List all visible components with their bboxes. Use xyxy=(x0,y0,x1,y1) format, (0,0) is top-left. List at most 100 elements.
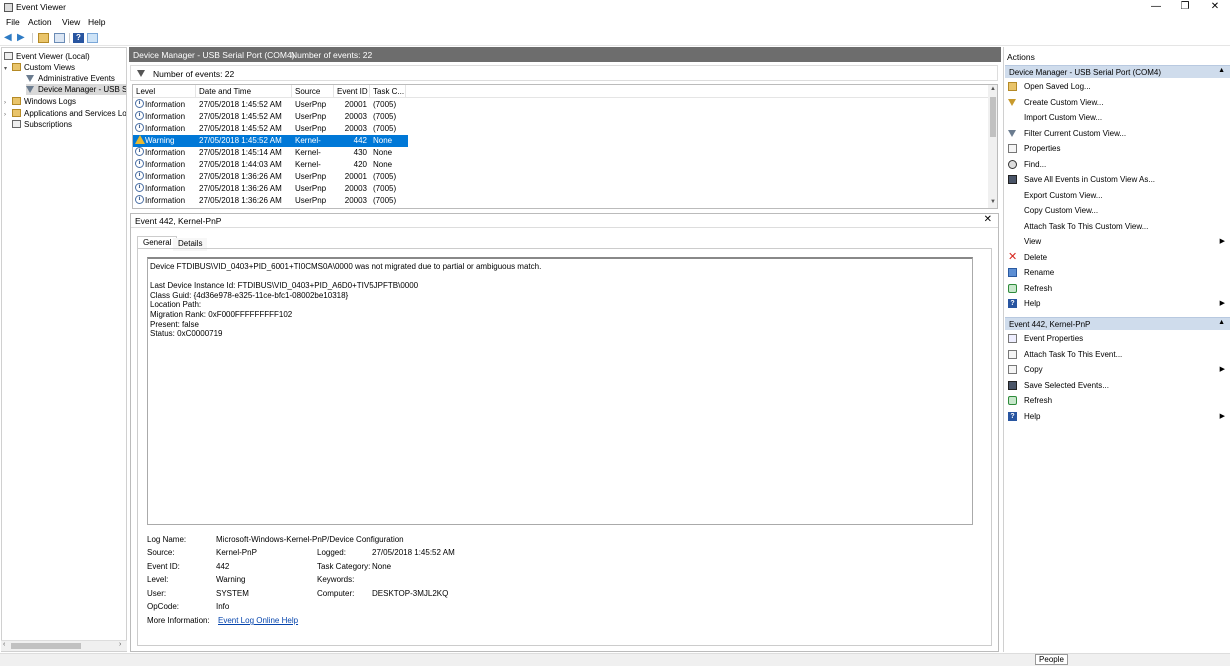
menu-action[interactable]: Action xyxy=(28,17,52,27)
scroll-right-icon[interactable]: › xyxy=(119,641,121,648)
information-icon: i xyxy=(135,147,144,156)
show-hide-tree-icon[interactable] xyxy=(54,33,65,43)
action-copy[interactable]: Copy ▶ xyxy=(1005,363,1230,376)
cell-id: 442 xyxy=(353,136,367,145)
action-rename[interactable]: Rename xyxy=(1005,266,1230,279)
table-row[interactable]: i Information 27/05/2018 1:45:52 AM UserPnp… xyxy=(133,123,408,135)
tree-item-custom-views[interactable]: ▾ Custom Views xyxy=(4,62,75,73)
column-divider[interactable] xyxy=(369,85,370,98)
action-import-custom-view[interactable]: Import Custom View... xyxy=(1005,111,1230,124)
table-row[interactable]: i Information 27/05/2018 1:44:03 AM Kernel-… xyxy=(133,159,408,171)
message-line: Class Guid: {4d36e978-e325-11ce-bfc1-080… xyxy=(150,290,349,300)
column-divider[interactable] xyxy=(291,85,292,98)
scroll-up-icon[interactable]: ▲ xyxy=(990,86,996,92)
collapse-icon[interactable]: ▲ xyxy=(1218,319,1225,326)
action-help[interactable]: ? Help ▶ xyxy=(1005,410,1230,423)
find-icon xyxy=(1008,159,1017,169)
tree-item-applications-services-logs[interactable]: › Applications and Services Logs xyxy=(4,108,126,121)
title-bar: Event Viewer — ❐ ✕ xyxy=(0,0,1230,15)
tree-horizontal-scrollbar[interactable]: ‹ › xyxy=(1,640,127,651)
actions-section-event[interactable]: Event 442, Kernel-PnP ▲ xyxy=(1005,317,1230,330)
action-copy-custom-view[interactable]: Copy Custom View... xyxy=(1005,204,1230,217)
tree-item-administrative-events[interactable]: Administrative Events xyxy=(26,73,115,84)
tree-item-event-viewer-local[interactable]: Event Viewer (Local) xyxy=(4,51,90,62)
scrollbar-thumb[interactable] xyxy=(990,97,996,137)
action-properties[interactable]: Properties xyxy=(1005,142,1230,155)
event-id-label: Event ID: xyxy=(147,562,180,571)
people-button[interactable]: People xyxy=(1035,654,1068,665)
back-arrow-icon[interactable]: ◀ xyxy=(4,33,15,43)
cell-id: 420 xyxy=(353,160,367,169)
cell-date: 27/05/2018 1:45:52 AM xyxy=(199,112,282,121)
event-id-value: 442 xyxy=(216,562,230,571)
table-row[interactable]: Warning 27/05/2018 1:45:52 AM Kernel- 442 No… xyxy=(133,135,408,147)
action-delete[interactable]: ✕ Delete xyxy=(1005,251,1230,264)
action-refresh[interactable]: Refresh xyxy=(1005,282,1230,295)
toolbar: ◀ ▶ ? xyxy=(0,30,1230,46)
event-message-box[interactable]: Device FTDIBUS\VID_0403+PID_6001+TI0CMS0… xyxy=(147,257,973,525)
actions-section-custom-view[interactable]: Device Manager - USB Serial Port (COM4) … xyxy=(1005,65,1230,78)
help-icon[interactable]: ? xyxy=(73,33,84,43)
column-level[interactable]: Level xyxy=(136,87,155,96)
expand-toggle-icon[interactable]: › xyxy=(4,110,12,121)
column-source[interactable]: Source xyxy=(295,87,320,96)
table-row[interactable]: i Information 27/05/2018 1:36:26 AM UserPnp… xyxy=(133,183,408,195)
table-row[interactable]: i Information 27/05/2018 1:36:26 AM UserPnp… xyxy=(133,171,408,183)
grid-vertical-scrollbar[interactable]: ▲ ▼ xyxy=(988,85,997,208)
tree-item-windows-logs[interactable]: › Windows Logs xyxy=(4,96,76,107)
show-action-pane-icon[interactable] xyxy=(87,33,98,43)
action-export-custom-view[interactable]: Export Custom View... xyxy=(1005,189,1230,202)
table-row[interactable]: i Information 27/05/2018 1:36:26 AM UserPnp… xyxy=(133,195,408,207)
action-attach-task-to-this-custom-view[interactable]: Attach Task To This Custom View... xyxy=(1005,220,1230,233)
close-window-button[interactable]: ✕ xyxy=(1200,0,1230,15)
action-find[interactable]: Find... xyxy=(1005,158,1230,171)
action-refresh[interactable]: Refresh xyxy=(1005,394,1230,407)
user-value: SYSTEM xyxy=(216,589,249,598)
action-event-properties[interactable]: Event Properties xyxy=(1005,332,1230,345)
expand-toggle-icon[interactable]: ▾ xyxy=(4,64,12,75)
close-detail-icon[interactable]: ✕ xyxy=(984,214,992,225)
column-divider[interactable] xyxy=(333,85,334,98)
open-folder-icon[interactable] xyxy=(38,33,49,43)
scroll-left-icon[interactable]: ‹ xyxy=(3,641,5,648)
scrollbar-thumb[interactable] xyxy=(11,643,81,649)
action-help[interactable]: ? Help ▶ xyxy=(1005,297,1230,310)
action-save-selected-events[interactable]: Save Selected Events... xyxy=(1005,379,1230,392)
action-label: Delete xyxy=(1024,252,1048,262)
action-create-custom-view[interactable]: Create Custom View... xyxy=(1005,96,1230,109)
scroll-down-icon[interactable]: ▼ xyxy=(990,199,996,205)
column-task-category[interactable]: Task C... xyxy=(373,87,404,96)
table-row[interactable]: i Information 27/05/2018 1:45:14 AM Kernel-… xyxy=(133,147,408,159)
column-divider[interactable] xyxy=(405,85,406,98)
table-row[interactable]: i Information 27/05/2018 1:45:52 AM UserPnp… xyxy=(133,111,408,123)
action-save-all-events-in-custom-view-as[interactable]: Save All Events in Custom View As... xyxy=(1005,173,1230,186)
table-row[interactable]: i Information 27/05/2018 1:45:52 AM UserPnp… xyxy=(133,99,408,111)
menu-view[interactable]: View xyxy=(62,17,80,27)
restore-button[interactable]: ❐ xyxy=(1170,0,1200,15)
information-icon: i xyxy=(135,159,144,168)
action-label: Export Custom View... xyxy=(1024,190,1103,200)
cell-task: None xyxy=(373,148,393,157)
menu-help[interactable]: Help xyxy=(88,17,105,27)
tree-item-subscriptions[interactable]: Subscriptions xyxy=(12,119,72,130)
column-date-time[interactable]: Date and Time xyxy=(199,87,251,96)
action-view[interactable]: View ▶ xyxy=(1005,235,1230,248)
navigation-tree: Event Viewer (Local) ▾ Custom Views Admin… xyxy=(1,47,127,652)
menu-file[interactable]: File xyxy=(6,17,20,27)
column-divider[interactable] xyxy=(195,85,196,98)
del-icon: ✕ xyxy=(1008,250,1018,263)
minimize-button[interactable]: — xyxy=(1141,0,1171,15)
action-filter-current-custom-view[interactable]: Filter Current Custom View... xyxy=(1005,127,1230,140)
action-open-saved-log[interactable]: Open Saved Log... xyxy=(1005,80,1230,93)
forward-arrow-icon[interactable]: ▶ xyxy=(17,33,28,43)
submenu-arrow-icon: ▶ xyxy=(1219,238,1225,245)
collapse-icon[interactable]: ▲ xyxy=(1218,67,1225,74)
task-category-label: Task Category: xyxy=(317,562,371,571)
action-attach-task-to-this-event[interactable]: Attach Task To This Event... xyxy=(1005,348,1230,361)
tree-item-device-manager-usb[interactable]: Device Manager - USB Serial Port (COM4) xyxy=(26,84,126,95)
actions-header: Actions xyxy=(1007,52,1035,62)
event-detail-pane: Event 442, Kernel-PnP ✕ General Details … xyxy=(130,213,999,652)
event-log-online-help-link[interactable]: Event Log Online Help xyxy=(218,616,298,625)
pane-event-count: Number of events: 22 xyxy=(291,50,373,60)
column-event-id[interactable]: Event ID xyxy=(337,87,368,96)
